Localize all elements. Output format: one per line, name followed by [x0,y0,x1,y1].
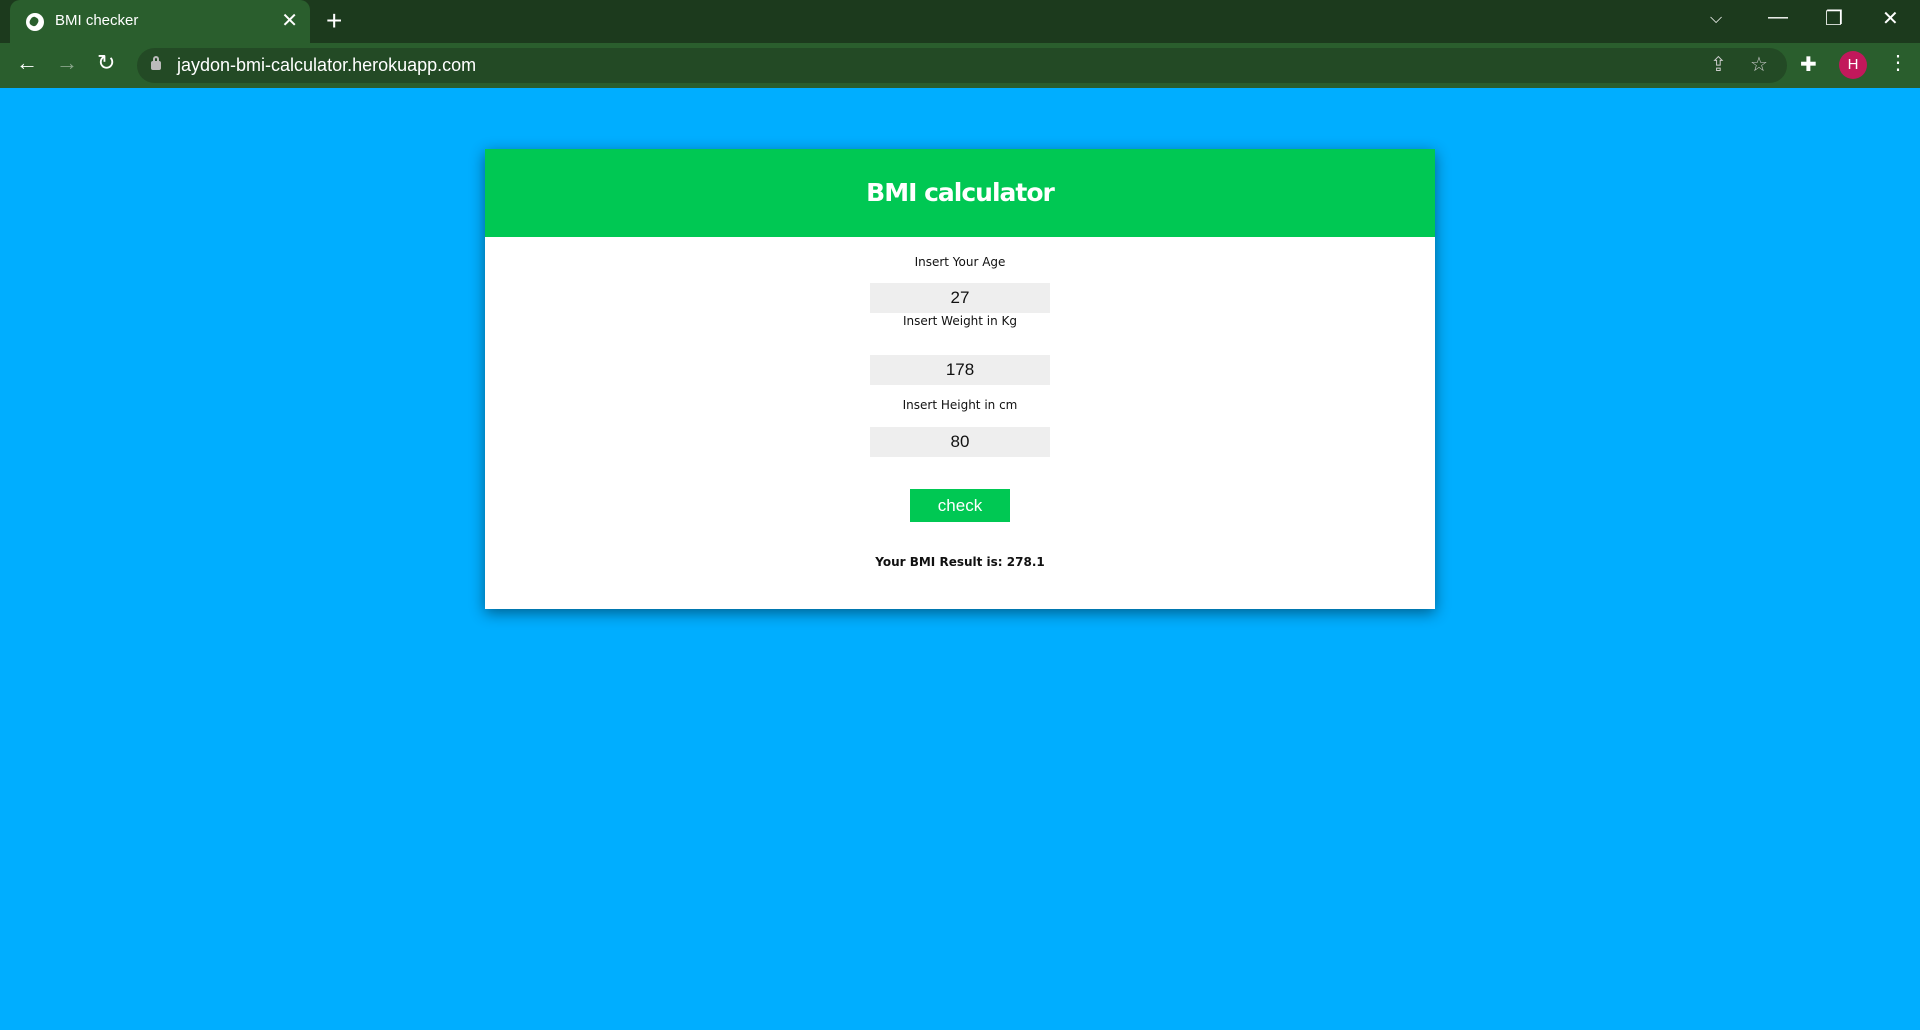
restore-button[interactable]: ❐ [1825,6,1843,31]
profile-avatar[interactable]: H [1839,51,1867,79]
height-label: Insert Height in cm [902,398,1018,412]
weight-input[interactable] [870,355,1050,385]
tab-title: BMI checker [55,12,139,29]
extensions-puzzle-icon[interactable]: ✚ [1800,52,1817,77]
bmi-card: BMI calculator Insert Your Age Insert We… [485,149,1435,609]
weight-label: Insert Weight in Kg [902,314,1018,328]
back-button[interactable]: ← [16,50,38,76]
reload-button[interactable]: ↻ [97,50,115,76]
bookmark-star-icon[interactable]: ☆ [1750,52,1768,77]
browser-toolbar: ← → ↻ jaydon-bmi-calculator.herokuapp.co… [0,43,1920,88]
close-window-button[interactable]: ✕ [1882,6,1899,31]
height-input[interactable] [870,427,1050,457]
address-bar[interactable]: jaydon-bmi-calculator.herokuapp.com ⇪ ☆ [137,48,1787,83]
age-label: Insert Your Age [914,255,1006,269]
minimize-button[interactable]: — [1768,6,1788,29]
close-tab-icon[interactable]: ✕ [281,8,298,33]
age-input[interactable] [870,283,1050,313]
lock-icon [151,56,161,70]
share-icon[interactable]: ⇪ [1710,52,1727,77]
browser-tab[interactable]: BMI checker ✕ [10,0,310,43]
globe-icon [26,13,44,31]
new-tab-button[interactable]: + [326,5,342,37]
forward-button[interactable]: → [56,50,78,76]
page-title: BMI calculator [485,149,1435,237]
tab-search-chevron-icon[interactable]: ⌵ [1710,10,1722,28]
menu-kebab-icon[interactable]: ⋮ [1888,50,1908,75]
tab-strip: BMI checker ✕ + ⌵ — ❐ ✕ [0,0,1920,43]
check-button[interactable]: check [910,489,1010,522]
bmi-result: Your BMI Result is: 278.1 [875,555,1045,569]
url-text: jaydon-bmi-calculator.herokuapp.com [177,55,477,75]
